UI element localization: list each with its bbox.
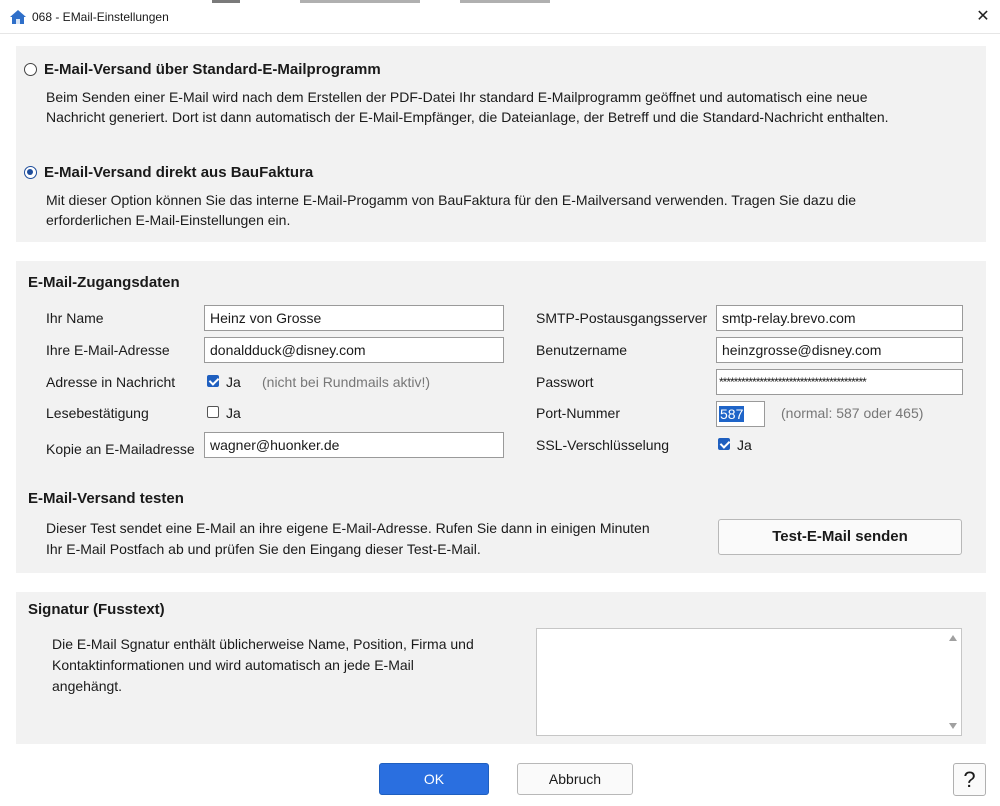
test-description-line1: Dieser Test sendet eine E-Mail an ihre e…: [46, 520, 650, 536]
scroll-down-icon[interactable]: [949, 723, 957, 729]
signature-heading: Signatur (Fusstext): [28, 601, 165, 618]
ssl-check-label[interactable]: Ja: [737, 437, 752, 453]
radio-standard-label[interactable]: E-Mail-Versand über Standard-E-Mailprogr…: [44, 61, 381, 78]
copy-to-label: Kopie an E-Mailadresse: [46, 441, 195, 457]
standard-description-line1: Beim Senden einer E-Mail wird nach dem E…: [46, 89, 868, 105]
smtp-label: SMTP-Postausgangsserver: [536, 310, 708, 326]
scroll-up-icon[interactable]: [949, 635, 957, 641]
port-input[interactable]: 587: [716, 401, 765, 427]
ok-button[interactable]: OK: [379, 763, 489, 795]
radio-standard-mail[interactable]: [24, 63, 37, 76]
radio-direct-mail[interactable]: [24, 166, 37, 179]
send-test-email-button[interactable]: Test-E-Mail senden: [718, 519, 962, 555]
read-receipt-checkbox[interactable]: [207, 406, 219, 418]
username-label: Benutzername: [536, 342, 628, 358]
help-button[interactable]: ?: [953, 763, 986, 796]
direct-description-line2: erforderlichen E-Mail-Einstellungen ein.: [46, 212, 291, 228]
ssl-checkbox[interactable]: [718, 438, 730, 450]
ssl-label: SSL-Verschlüsselung: [536, 437, 670, 453]
port-value: 587: [719, 406, 745, 422]
radio-direct-label[interactable]: E-Mail-Versand direkt aus BauFaktura: [44, 164, 313, 181]
address-in-message-check-label[interactable]: Ja: [226, 374, 241, 390]
email-input[interactable]: donaldduck@disney.com: [204, 337, 504, 363]
smtp-input[interactable]: smtp-relay.brevo.com: [716, 305, 963, 331]
title-bar: 068 - EMail-Einstellungen ✕: [0, 0, 1000, 34]
background-strip: [300, 0, 420, 3]
read-receipt-label: Lesebestätigung: [46, 405, 149, 421]
password-label: Passwort: [536, 374, 594, 390]
username-input[interactable]: heinzgrosse@disney.com: [716, 337, 963, 363]
signature-description-line1: Die E-Mail Sgnatur enthält üblicherweise…: [52, 636, 474, 652]
close-icon[interactable]: ✕: [972, 6, 994, 28]
port-hint: (normal: 587 oder 465): [781, 405, 924, 421]
background-strip: [212, 0, 240, 3]
window-title: 068 - EMail-Einstellungen: [32, 10, 169, 24]
signature-description-line2: Kontaktinformationen und wird automatisc…: [52, 657, 414, 673]
home-icon: [10, 10, 26, 24]
read-receipt-check-label[interactable]: Ja: [226, 405, 241, 421]
test-heading: E-Mail-Versand testen: [28, 490, 184, 507]
port-label: Port-Nummer: [536, 405, 621, 421]
background-strip: [460, 0, 550, 3]
test-description-line2: Ihr E-Mail Postfach ab und prüfen Sie de…: [46, 541, 481, 557]
name-label: Ihr Name: [46, 310, 104, 326]
address-in-message-label: Adresse in Nachricht: [46, 374, 176, 390]
signature-textarea[interactable]: [536, 628, 962, 736]
direct-description-line1: Mit dieser Option können Sie das interne…: [46, 192, 857, 208]
standard-description-line2: Nachricht generiert. Dort ist dann autom…: [46, 109, 889, 125]
password-input[interactable]: ****************************************: [716, 369, 963, 395]
copy-to-input[interactable]: wagner@huonker.de: [204, 432, 504, 458]
name-input[interactable]: Heinz von Grosse: [204, 305, 504, 331]
address-hint: (nicht bei Rundmails aktiv!): [262, 374, 431, 390]
cancel-button[interactable]: Abbruch: [517, 763, 633, 795]
signature-description-line3: angehängt.: [52, 678, 123, 694]
address-in-message-checkbox[interactable]: [207, 375, 219, 387]
access-data-heading: E-Mail-Zugangsdaten: [28, 274, 180, 291]
email-label: Ihre E-Mail-Adresse: [46, 342, 170, 358]
